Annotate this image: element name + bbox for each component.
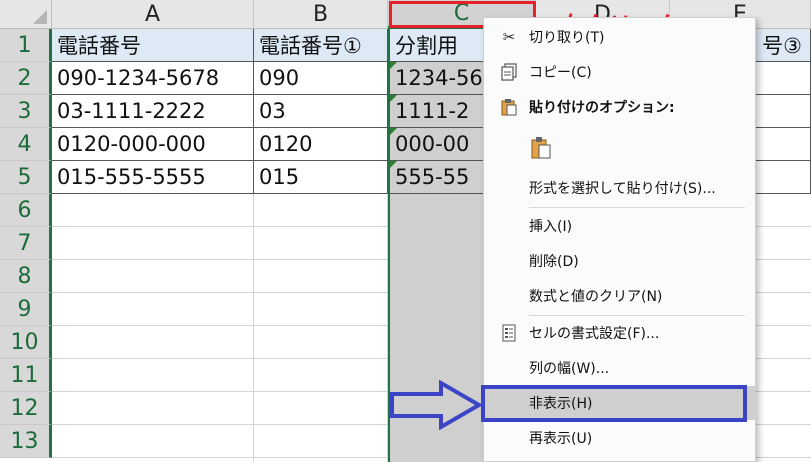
select-all-corner[interactable]: [0, 0, 52, 29]
row-4-label: 4: [17, 131, 32, 157]
menu-item-copy[interactable]: コピー(C): [484, 55, 755, 89]
cell-b1-text: 電話番号①: [259, 34, 362, 58]
format-cells-icon: [498, 322, 520, 344]
row-header-10[interactable]: 10: [0, 326, 52, 359]
menu-item-paste-special-label: 形式を選択して貼り付け(S)...: [529, 181, 716, 197]
error-indicator-icon: [390, 161, 397, 168]
paste-options-label: 貼り付けのオプション:: [529, 100, 675, 116]
cell-b5[interactable]: 015: [254, 161, 388, 194]
row-3-label: 3: [17, 98, 32, 124]
error-indicator-icon: [390, 95, 397, 102]
cell-a1[interactable]: 電話番号: [52, 29, 254, 62]
menu-item-delete-label: 削除(D): [529, 254, 579, 270]
column-header-b[interactable]: B: [254, 0, 388, 29]
row-12-label: 12: [10, 395, 39, 421]
row-header-8[interactable]: 8: [0, 260, 52, 293]
cell-e1-text: 号③: [762, 34, 802, 58]
menu-item-column-width[interactable]: 列の幅(W)...: [484, 351, 755, 385]
column-header-a[interactable]: A: [52, 0, 254, 29]
hide-highlight-frame: [481, 385, 747, 422]
cell-c5-text: 555-55: [395, 165, 470, 189]
menu-item-column-width-label: 列の幅(W)...: [529, 361, 610, 377]
row-header-3[interactable]: 3: [0, 95, 52, 128]
row-2-label: 2: [17, 65, 32, 91]
cell-b2[interactable]: 090: [254, 62, 388, 95]
row-13-label: 13: [10, 428, 39, 454]
cell-a3[interactable]: 03-1111-2222: [52, 95, 254, 128]
row-1-label: 1: [17, 32, 32, 58]
menu-item-insert-label: 挿入(I): [529, 219, 573, 235]
error-indicator-icon: [390, 128, 397, 135]
row-11-label: 11: [10, 362, 39, 388]
row-8-label: 8: [17, 263, 32, 289]
cell-a5-text: 015-555-5555: [57, 165, 206, 189]
clipboard-icon: [498, 96, 520, 118]
menu-item-delete[interactable]: 削除(D): [484, 244, 755, 278]
cell-b4[interactable]: 0120: [254, 128, 388, 161]
error-indicator-icon: [390, 62, 397, 69]
menu-item-clear[interactable]: 数式と値のクリア(N): [484, 279, 755, 313]
arrow-annotation-icon: [390, 380, 483, 430]
cell-c1-text: 分割用: [395, 34, 458, 58]
menu-item-clear-label: 数式と値のクリア(N): [529, 289, 663, 305]
cell-b1[interactable]: 電話番号①: [254, 29, 388, 62]
row-header-5[interactable]: 5: [0, 161, 52, 194]
menu-item-format-label: セルの書式設定(F)...: [529, 326, 660, 342]
scissors-icon: ✂: [502, 28, 516, 46]
cell-a1-text: 電話番号: [57, 34, 141, 58]
column-b-label: B: [312, 1, 329, 27]
row-header-2[interactable]: 2: [0, 62, 52, 95]
menu-separator: [529, 207, 745, 208]
column-a-label: A: [144, 1, 161, 27]
menu-item-paste-special[interactable]: 形式を選択して貼り付け(S)...: [484, 171, 755, 205]
row-header-11[interactable]: 11: [0, 359, 52, 392]
row-5-label: 5: [17, 164, 32, 190]
row-header-12[interactable]: 12: [0, 392, 52, 425]
cell-c4-text: 000-00: [395, 132, 470, 156]
cell-b2-text: 090: [259, 66, 300, 90]
cell-a2[interactable]: 090-1234-5678: [52, 62, 254, 95]
menu-item-unhide[interactable]: 再表示(U): [484, 421, 755, 455]
row-header-1[interactable]: 1: [0, 29, 52, 62]
row-header-9[interactable]: 9: [0, 293, 52, 326]
row-header-6[interactable]: 6: [0, 194, 52, 227]
menu-item-copy-label: コピー(C): [529, 65, 592, 81]
cell-b5-text: 015: [259, 165, 300, 189]
cell-c3-text: 1111-2: [395, 99, 470, 123]
row-10-label: 10: [10, 329, 39, 355]
cell-c2-text: 1234-56: [395, 66, 483, 90]
cell-b4-text: 0120: [259, 132, 313, 156]
paste-options-header: 貼り付けのオプション:: [484, 90, 755, 124]
row-header-4[interactable]: 4: [0, 128, 52, 161]
cell-b3[interactable]: 03: [254, 95, 388, 128]
row-header-13[interactable]: 13: [0, 425, 52, 458]
cell-a3-text: 03-1111-2222: [57, 99, 206, 123]
menu-item-cut[interactable]: ✂ 切り取り(T): [484, 20, 755, 54]
menu-item-cut-label: 切り取り(T): [529, 30, 605, 46]
row-9-label: 9: [17, 296, 32, 322]
row-6-label: 6: [17, 197, 32, 223]
menu-item-format-cells[interactable]: セルの書式設定(F)...: [484, 316, 755, 350]
paste-button[interactable]: [484, 130, 755, 166]
menu-item-unhide-label: 再表示(U): [529, 431, 593, 447]
cell-a2-text: 090-1234-5678: [57, 66, 220, 90]
cell-a4[interactable]: 0120-000-000: [52, 128, 254, 161]
row-7-label: 7: [17, 230, 32, 256]
paste-icon: [529, 136, 553, 160]
cell-a5[interactable]: 015-555-5555: [52, 161, 254, 194]
copy-icon: [498, 61, 520, 83]
row-header-7[interactable]: 7: [0, 227, 52, 260]
cell-b3-text: 03: [259, 99, 286, 123]
cell-a4-text: 0120-000-000: [57, 132, 206, 156]
menu-item-insert[interactable]: 挿入(I): [484, 209, 755, 243]
